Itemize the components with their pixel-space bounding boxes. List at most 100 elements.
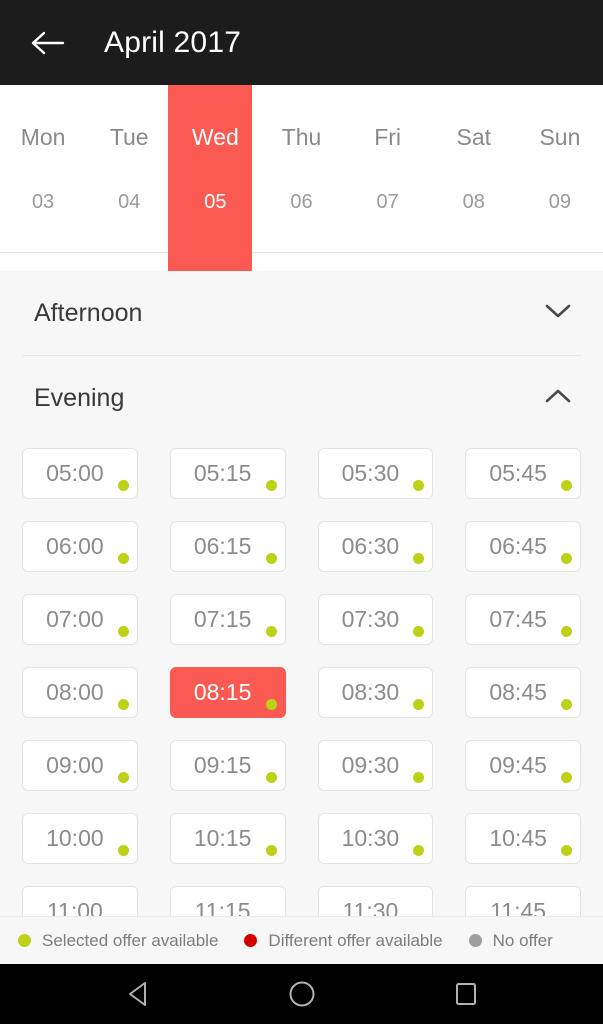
time-slot-label: 08:15 — [193, 679, 252, 705]
arrow-left-icon[interactable] — [26, 21, 70, 65]
day-selector: Mon 03 Tue 04 Wed 05 Thu 06 Fri 07 Sat 08 Sun 09 — [0, 85, 603, 271]
time-slot-label: 08:30 — [341, 679, 400, 705]
time-slot[interactable]: 08:45 — [465, 667, 581, 718]
circle-home-icon[interactable] — [279, 971, 325, 1017]
day-name: Sun — [539, 123, 581, 150]
availability-dot — [413, 626, 425, 637]
legend: Selected offer available Different offer … — [0, 916, 603, 964]
availability-dot — [561, 772, 572, 783]
time-slot-label: 10:15 — [193, 825, 252, 851]
legend-item: Selected offer available — [18, 931, 218, 951]
time-slot[interactable]: 08:15 — [169, 667, 286, 718]
time-slot[interactable]: 08:00 — [22, 667, 138, 718]
section-title: Evening — [34, 383, 125, 412]
android-nav-bar — [0, 964, 603, 1024]
legend-dot — [244, 934, 258, 947]
day-name: Mon — [20, 123, 66, 150]
square-recents-icon[interactable] — [443, 971, 489, 1017]
section-header-afternoon[interactable]: Afternoon — [0, 271, 603, 355]
legend-label: No offer — [492, 930, 553, 950]
time-slot-label: 07:45 — [489, 606, 547, 632]
time-slot[interactable]: 06:30 — [317, 521, 434, 572]
availability-dot — [413, 480, 425, 491]
availability-dot — [265, 480, 277, 491]
time-slot-label: 05:30 — [341, 460, 400, 486]
day-name: Thu — [281, 123, 322, 150]
chevron-up-icon[interactable] — [545, 388, 571, 409]
time-slot-label: 06:30 — [341, 533, 400, 559]
day-column-sat[interactable]: Sat 08 — [431, 85, 517, 252]
time-slot[interactable]: 05:45 — [465, 448, 581, 499]
time-slot[interactable]: 06:15 — [169, 521, 286, 572]
availability-dot — [117, 480, 129, 491]
legend-dot — [468, 934, 482, 947]
time-slot[interactable]: 07:45 — [465, 594, 581, 645]
time-slot[interactable]: 10:30 — [317, 813, 434, 864]
time-slot[interactable]: 06:00 — [22, 521, 138, 572]
day-date: 08 — [462, 190, 485, 213]
app-bar: April 2017 — [0, 0, 603, 85]
time-slot-label: 08:45 — [489, 679, 547, 705]
chevron-down-icon[interactable] — [545, 303, 571, 324]
day-column-sun[interactable]: Sun 09 — [517, 85, 603, 252]
time-slot-label: 08:00 — [46, 679, 104, 705]
time-slot[interactable]: 10:45 — [465, 813, 581, 864]
time-slot[interactable]: 09:45 — [465, 740, 581, 791]
availability-dot — [561, 845, 572, 856]
time-slot[interactable]: 05:30 — [317, 448, 434, 499]
availability-dot — [265, 553, 277, 564]
time-slot-label: 05:15 — [193, 460, 252, 486]
time-slot[interactable]: 09:15 — [169, 740, 286, 791]
legend-item: Different offer available — [244, 930, 443, 951]
section-header-evening[interactable]: Evening — [0, 356, 603, 440]
time-slot-label: 06:15 — [193, 533, 252, 559]
time-slot[interactable]: 05:00 — [22, 448, 138, 499]
time-slot[interactable]: 10:15 — [169, 813, 286, 864]
day-column-mon[interactable]: Mon 03 — [0, 85, 86, 252]
availability-dot — [561, 480, 572, 491]
time-slot-label: 07:30 — [341, 606, 400, 632]
time-slot-label: 06:00 — [46, 533, 104, 559]
day-name: Wed — [191, 123, 239, 150]
availability-dot — [561, 553, 572, 564]
time-slot-label: 06:45 — [489, 533, 547, 559]
section-title: Afternoon — [34, 298, 143, 327]
availability-dot — [413, 699, 425, 710]
time-slot-label: 07:00 — [46, 606, 104, 632]
availability-dot — [265, 626, 277, 637]
time-slot[interactable]: 05:15 — [169, 448, 286, 499]
time-slot-label: 05:45 — [489, 460, 547, 486]
day-column-tue[interactable]: Tue 04 — [86, 85, 172, 252]
time-slot[interactable]: 07:30 — [317, 594, 434, 645]
time-slot[interactable]: 10:00 — [22, 813, 138, 864]
time-slot[interactable]: 09:00 — [22, 740, 138, 791]
availability-dot — [117, 699, 129, 710]
day-column-fri[interactable]: Fri 07 — [345, 85, 431, 252]
availability-dot — [265, 772, 277, 783]
availability-dot — [413, 553, 425, 564]
day-column-wed[interactable]: Wed 05 — [172, 85, 258, 252]
day-name: Fri — [374, 123, 402, 150]
time-slot[interactable]: 09:30 — [317, 740, 434, 791]
time-slot-label: 05:00 — [46, 460, 104, 486]
time-slot-label: 10:45 — [489, 825, 547, 851]
time-slot[interactable]: 06:45 — [465, 521, 581, 572]
availability-dot — [265, 845, 277, 856]
legend-label: Different offer available — [268, 930, 443, 950]
day-date: 06 — [290, 190, 313, 213]
page-title: April 2017 — [104, 25, 242, 59]
availability-dot — [265, 699, 277, 710]
day-date: 07 — [376, 190, 399, 213]
availability-dot — [117, 626, 129, 637]
day-column-thu[interactable]: Thu 06 — [258, 85, 344, 252]
time-slot[interactable]: 07:15 — [169, 594, 286, 645]
app-screen: April 2017 Mon 03 Tue 04 Wed 05 Thu 06 Fri 07 Sat 0… — [0, 0, 603, 1024]
time-slot-label: 10:30 — [341, 825, 400, 851]
legend-dot — [18, 934, 31, 947]
availability-dot — [413, 772, 425, 783]
time-slot[interactable]: 08:30 — [317, 667, 434, 718]
availability-dot — [561, 626, 572, 637]
time-slot-label: 09:15 — [193, 752, 252, 778]
time-slot[interactable]: 07:00 — [22, 594, 138, 645]
triangle-back-icon[interactable] — [115, 971, 161, 1017]
